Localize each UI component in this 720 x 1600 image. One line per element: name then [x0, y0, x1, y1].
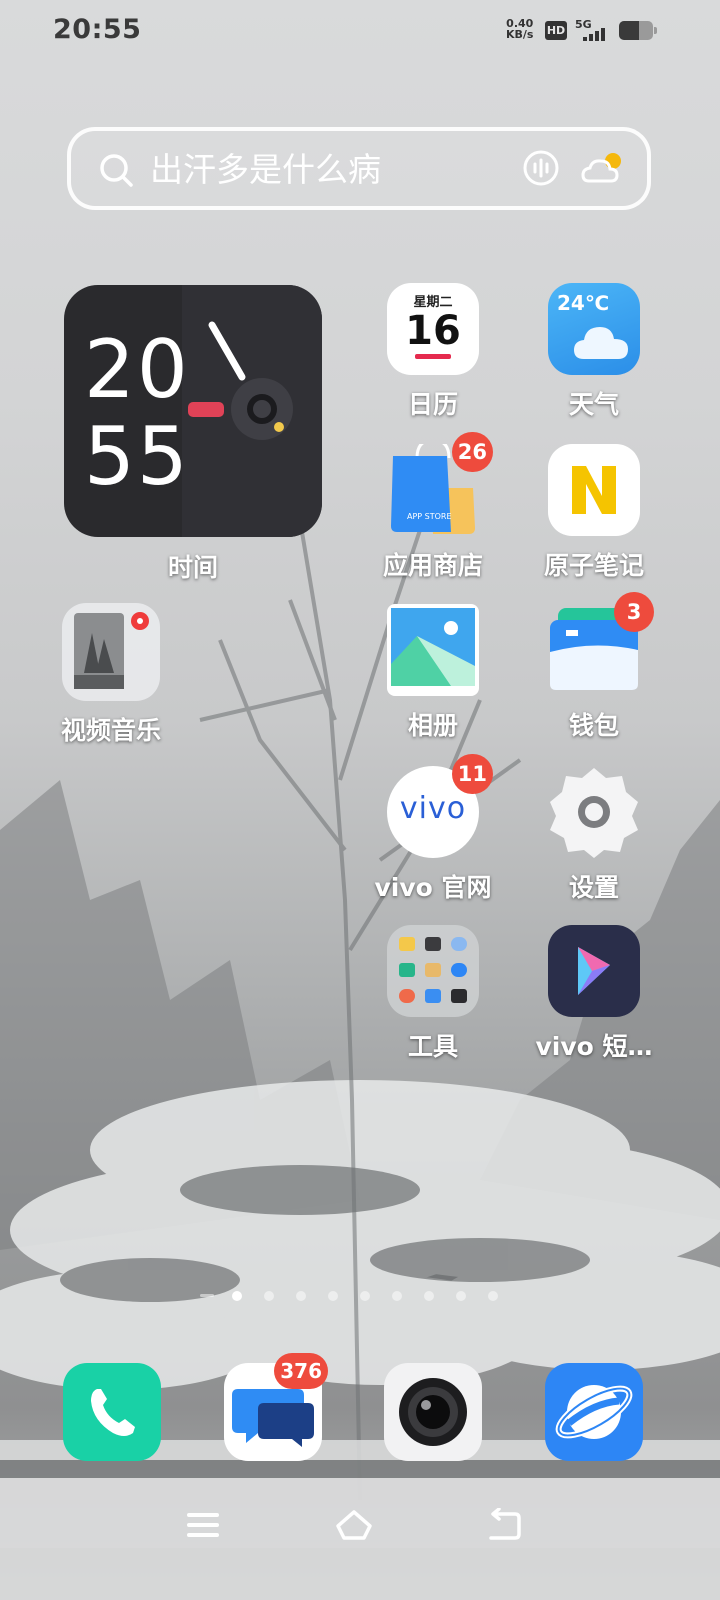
- wallet-label: 钱包: [568, 711, 619, 740]
- vivo-short-video-label: vivo 短…: [535, 1032, 653, 1061]
- signal-icon: 5G: [575, 18, 611, 44]
- vivo-logo-icon: vivo 11: [387, 754, 493, 858]
- page-dot[interactable]: [488, 1291, 498, 1301]
- page-dot[interactable]: [296, 1291, 306, 1301]
- page-dot[interactable]: [200, 1294, 214, 1297]
- page-dot[interactable]: [232, 1291, 242, 1301]
- calendar-icon: 星期二 16: [387, 283, 479, 375]
- app-appstore[interactable]: APP STORE 26 应用商店: [358, 432, 508, 582]
- vivo-short-video-icon: [548, 925, 640, 1017]
- notes-label: 原子笔记: [543, 551, 644, 580]
- phone-icon[interactable]: [63, 1363, 161, 1461]
- status-bar: 20:55 0.40 KB/s HD 5G: [0, 0, 720, 64]
- weather-icon: 24℃: [548, 283, 640, 375]
- app-video-music[interactable]: 视频音乐: [36, 603, 186, 747]
- page-dot[interactable]: [456, 1291, 466, 1301]
- appstore-label: 应用商店: [382, 551, 483, 580]
- notes-icon: [548, 444, 640, 536]
- voice-search-icon[interactable]: [522, 149, 560, 187]
- clock-widget-minute: 55: [84, 410, 190, 503]
- page-indicator[interactable]: [200, 1288, 520, 1304]
- back-icon[interactable]: [487, 1507, 523, 1546]
- home-icon[interactable]: [334, 1508, 374, 1546]
- gallery-icon: [387, 604, 479, 696]
- vivo-official-label: vivo 官网: [374, 873, 492, 902]
- page-dot[interactable]: [424, 1291, 434, 1301]
- menu-icon[interactable]: [186, 1508, 220, 1546]
- network-speed: 0.40 KB/s: [506, 18, 533, 40]
- hd-voice-icon: HD: [545, 21, 567, 40]
- app-vivo-official[interactable]: vivo 11 vivo 官网: [358, 754, 508, 904]
- page-dot[interactable]: [264, 1291, 274, 1301]
- navigation-bar: [0, 1490, 720, 1570]
- tools-label: 工具: [407, 1032, 458, 1061]
- page-dot[interactable]: [328, 1291, 338, 1301]
- app-weather[interactable]: 24℃ 天气: [519, 283, 669, 421]
- video-music-label: 视频音乐: [60, 716, 161, 745]
- browser-icon[interactable]: [545, 1363, 643, 1461]
- tools-folder-icon: [387, 925, 479, 1017]
- messages-badge: 376: [274, 1353, 328, 1389]
- app-atom-notes[interactable]: 原子笔记: [519, 444, 669, 582]
- appstore-badge: 26: [451, 432, 493, 472]
- weather-cloud-icon[interactable]: [581, 149, 625, 187]
- clock-widget-label: 时间: [167, 553, 218, 582]
- calendar-label: 日历: [407, 390, 458, 419]
- app-gallery[interactable]: 相册: [358, 604, 508, 742]
- clock-time: 20:55: [53, 14, 142, 45]
- search-icon: [100, 154, 133, 187]
- video-music-icon: [62, 603, 160, 701]
- clock-widget[interactable]: 20 55: [64, 285, 322, 537]
- weather-temperature: 24℃: [557, 291, 610, 315]
- appstore-icon-text: APP STORE: [407, 512, 452, 521]
- settings-gear-icon: [548, 766, 640, 858]
- vivo-official-badge: 11: [451, 754, 493, 794]
- weather-label: 天气: [568, 390, 619, 419]
- appstore-icon: APP STORE 26: [387, 432, 493, 536]
- gallery-label: 相册: [407, 711, 458, 740]
- clock-hands-icon: [188, 321, 293, 440]
- app-settings[interactable]: 设置: [519, 766, 669, 904]
- messages-icon[interactable]: 376: [224, 1353, 328, 1461]
- page-dot[interactable]: [360, 1291, 370, 1301]
- wallet-icon: 3: [548, 592, 654, 696]
- vivo-logo-text: vivo: [399, 791, 467, 826]
- app-wallet[interactable]: 3 钱包: [519, 592, 669, 742]
- search-input[interactable]: [148, 147, 492, 191]
- settings-label: 设置: [568, 873, 619, 902]
- app-calendar[interactable]: 星期二 16 日历: [358, 283, 508, 421]
- search-bar[interactable]: [67, 127, 651, 210]
- clock-widget-hour: 20: [84, 323, 190, 416]
- battery-icon: [619, 21, 657, 40]
- app-tools-folder[interactable]: 工具: [358, 925, 508, 1063]
- wallet-badge: 3: [614, 592, 654, 632]
- page-dot[interactable]: [392, 1291, 402, 1301]
- app-vivo-short-video[interactable]: vivo 短…: [519, 925, 669, 1063]
- network-speed-unit: KB/s: [506, 28, 534, 41]
- calendar-day: 16: [405, 308, 461, 354]
- camera-icon[interactable]: [384, 1363, 482, 1461]
